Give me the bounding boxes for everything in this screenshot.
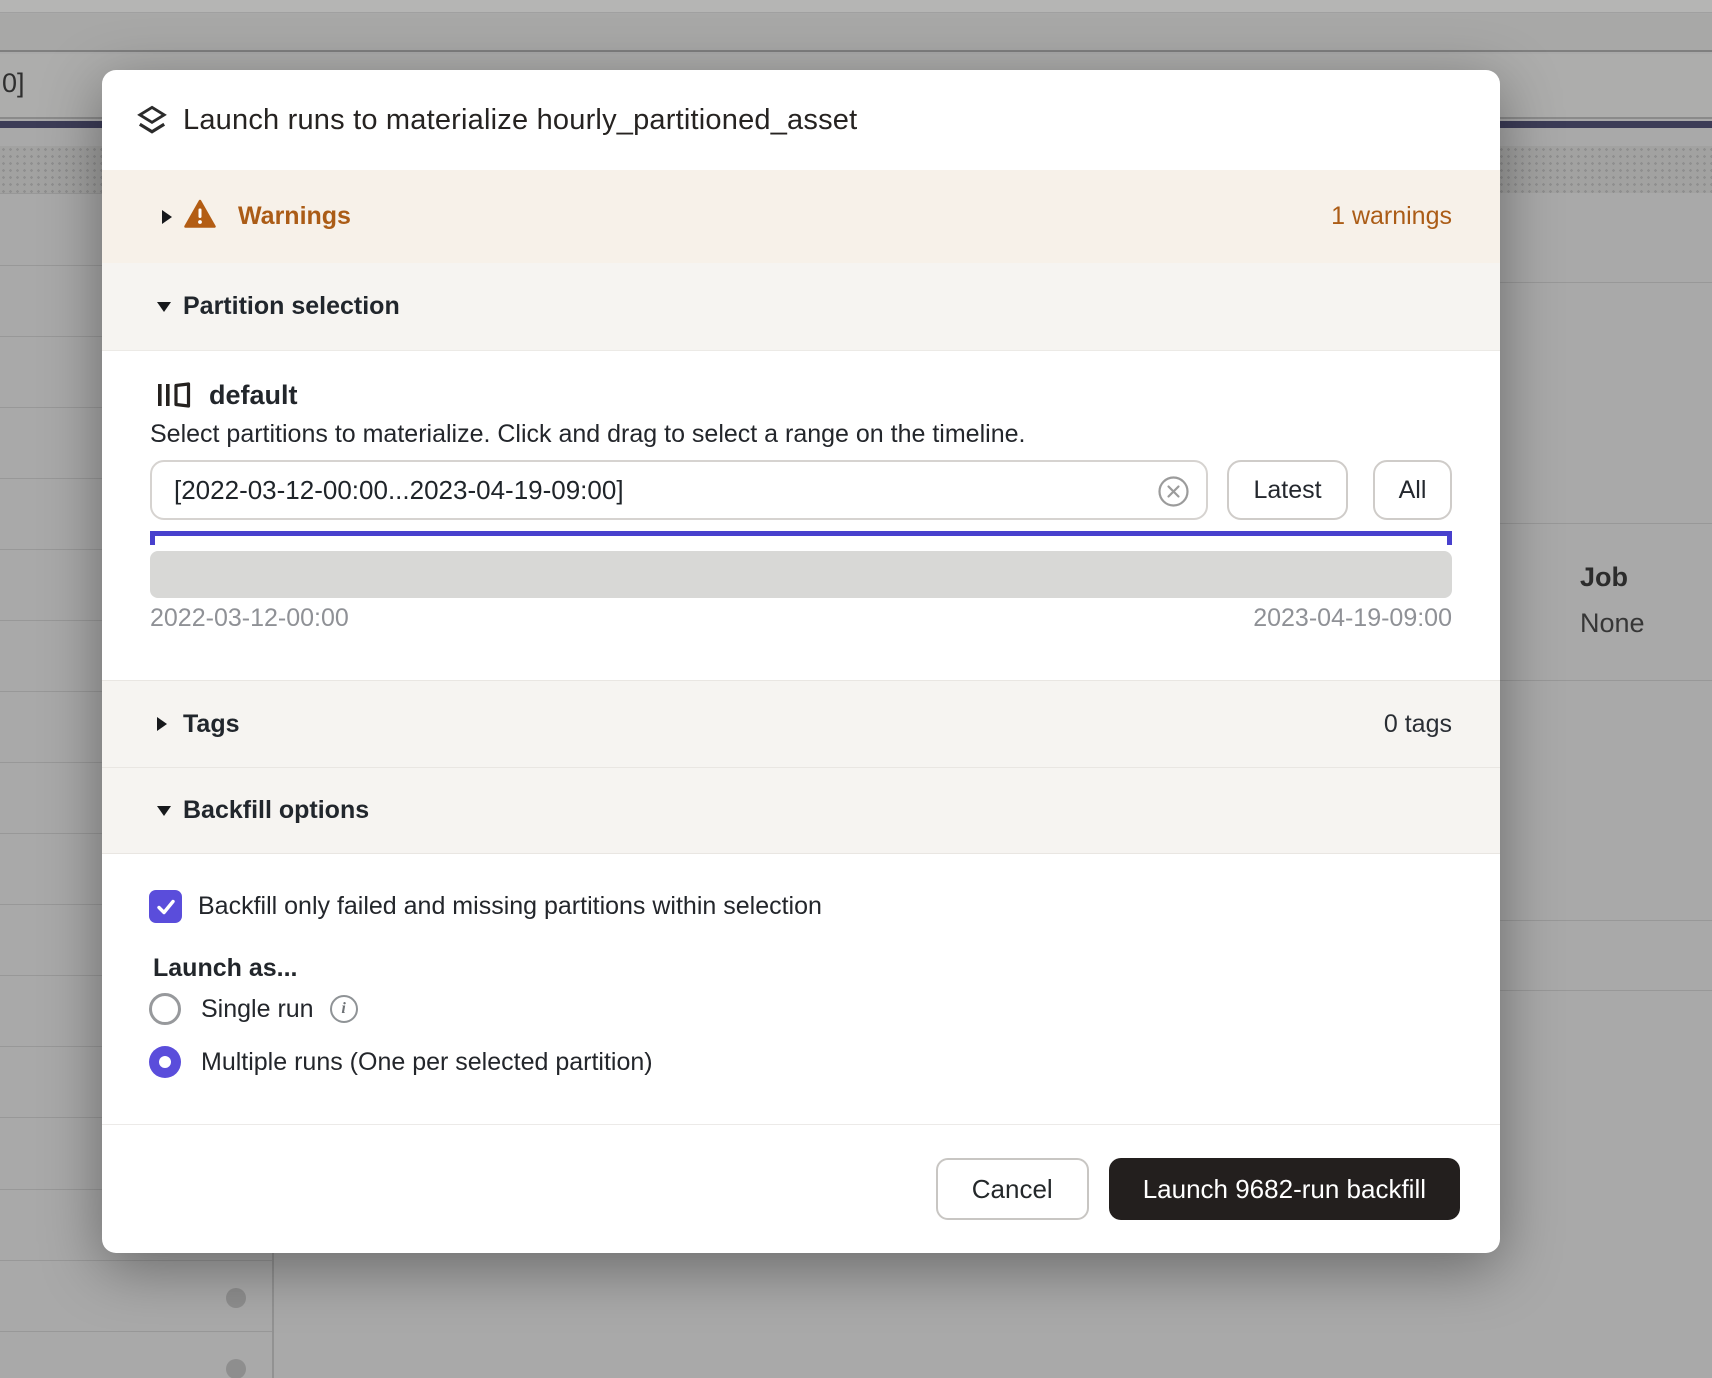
cancel-button[interactable]: Cancel	[936, 1158, 1089, 1220]
launch-as-label: Launch as...	[153, 954, 297, 983]
tags-section-toggle[interactable]: Tags 0 tags	[102, 680, 1500, 768]
screen: 0] Job None Launch runs to materialize h…	[0, 0, 1712, 1378]
dialog-footer: Cancel Launch 9682-run backfill	[102, 1124, 1500, 1253]
background-status-dot	[226, 1359, 246, 1378]
divider	[1500, 523, 1712, 524]
background-row	[0, 14, 1712, 52]
background-job-column-header: Job	[1580, 562, 1628, 593]
background-truncated-text: 0]	[2, 68, 25, 99]
warnings-section-toggle[interactable]: Warnings 1 warnings	[102, 170, 1500, 263]
all-button[interactable]: All	[1373, 460, 1452, 520]
backfill-only-failed-checkbox[interactable]	[149, 890, 182, 923]
checkmark-icon	[154, 895, 178, 919]
timeline-range-labels: 2022-03-12-00:00 2023-04-19-09:00	[150, 604, 1452, 633]
tags-count: 0 tags	[1384, 710, 1452, 739]
divider	[1500, 282, 1712, 283]
divider	[0, 1331, 272, 1332]
multiple-runs-label: Multiple runs (One per selected partitio…	[201, 1048, 653, 1077]
backfill-only-failed-label: Backfill only failed and missing partiti…	[198, 892, 822, 921]
partition-icon	[156, 380, 194, 410]
single-run-radio[interactable]	[149, 993, 181, 1025]
multiple-runs-radio[interactable]	[149, 1046, 181, 1078]
warnings-count: 1 warnings	[1331, 202, 1452, 231]
background-top-bar	[0, 0, 1712, 13]
asset-layers-icon	[137, 104, 167, 137]
partition-hint-text: Select partitions to materialize. Click …	[150, 420, 1025, 449]
partition-selection-label: Partition selection	[183, 292, 400, 321]
backfill-only-failed-row: Backfill only failed and missing partiti…	[149, 890, 822, 923]
single-run-option: Single run	[149, 993, 358, 1025]
partition-dimension-name: default	[209, 380, 298, 411]
chevron-down-icon	[157, 806, 171, 816]
launch-backfill-button[interactable]: Launch 9682-run backfill	[1109, 1158, 1460, 1220]
chevron-down-icon	[157, 302, 171, 312]
tags-label: Tags	[183, 710, 240, 739]
partition-selection-toggle[interactable]: Partition selection	[102, 263, 1500, 351]
range-end-label: 2023-04-19-09:00	[1253, 604, 1452, 633]
single-run-label: Single run	[201, 995, 314, 1024]
partition-timeline[interactable]	[150, 551, 1452, 598]
latest-button[interactable]: Latest	[1227, 460, 1348, 520]
warning-triangle-icon	[184, 199, 216, 229]
backfill-options-toggle[interactable]: Backfill options	[102, 768, 1500, 854]
divider	[1500, 990, 1712, 991]
backfill-options-label: Backfill options	[183, 796, 369, 825]
launch-backfill-dialog: Launch runs to materialize hourly_partit…	[102, 70, 1500, 1253]
range-start-label: 2022-03-12-00:00	[150, 604, 349, 633]
partition-range-input[interactable]: [2022-03-12-00:00...2023-04-19-09:00]	[150, 460, 1208, 520]
clear-selection-icon[interactable]	[1157, 475, 1190, 508]
chevron-right-icon	[162, 210, 172, 224]
dialog-header: Launch runs to materialize hourly_partit…	[102, 70, 1500, 170]
partition-range-value: [2022-03-12-00:00...2023-04-19-09:00]	[174, 475, 624, 506]
divider	[0, 1260, 272, 1261]
selection-bracket	[150, 531, 1452, 545]
background-job-column-value: None	[1580, 608, 1645, 639]
divider	[1500, 920, 1712, 921]
dialog-title: Launch runs to materialize hourly_partit…	[183, 70, 857, 170]
multiple-runs-option: Multiple runs (One per selected partitio…	[149, 1046, 653, 1078]
chevron-right-icon	[157, 717, 167, 731]
partition-dimension-row: default	[156, 378, 298, 412]
background-status-dot	[226, 1288, 246, 1308]
background-column-divider	[272, 1253, 274, 1378]
divider	[1500, 680, 1712, 681]
warnings-label: Warnings	[238, 202, 351, 231]
info-icon[interactable]	[330, 995, 358, 1023]
